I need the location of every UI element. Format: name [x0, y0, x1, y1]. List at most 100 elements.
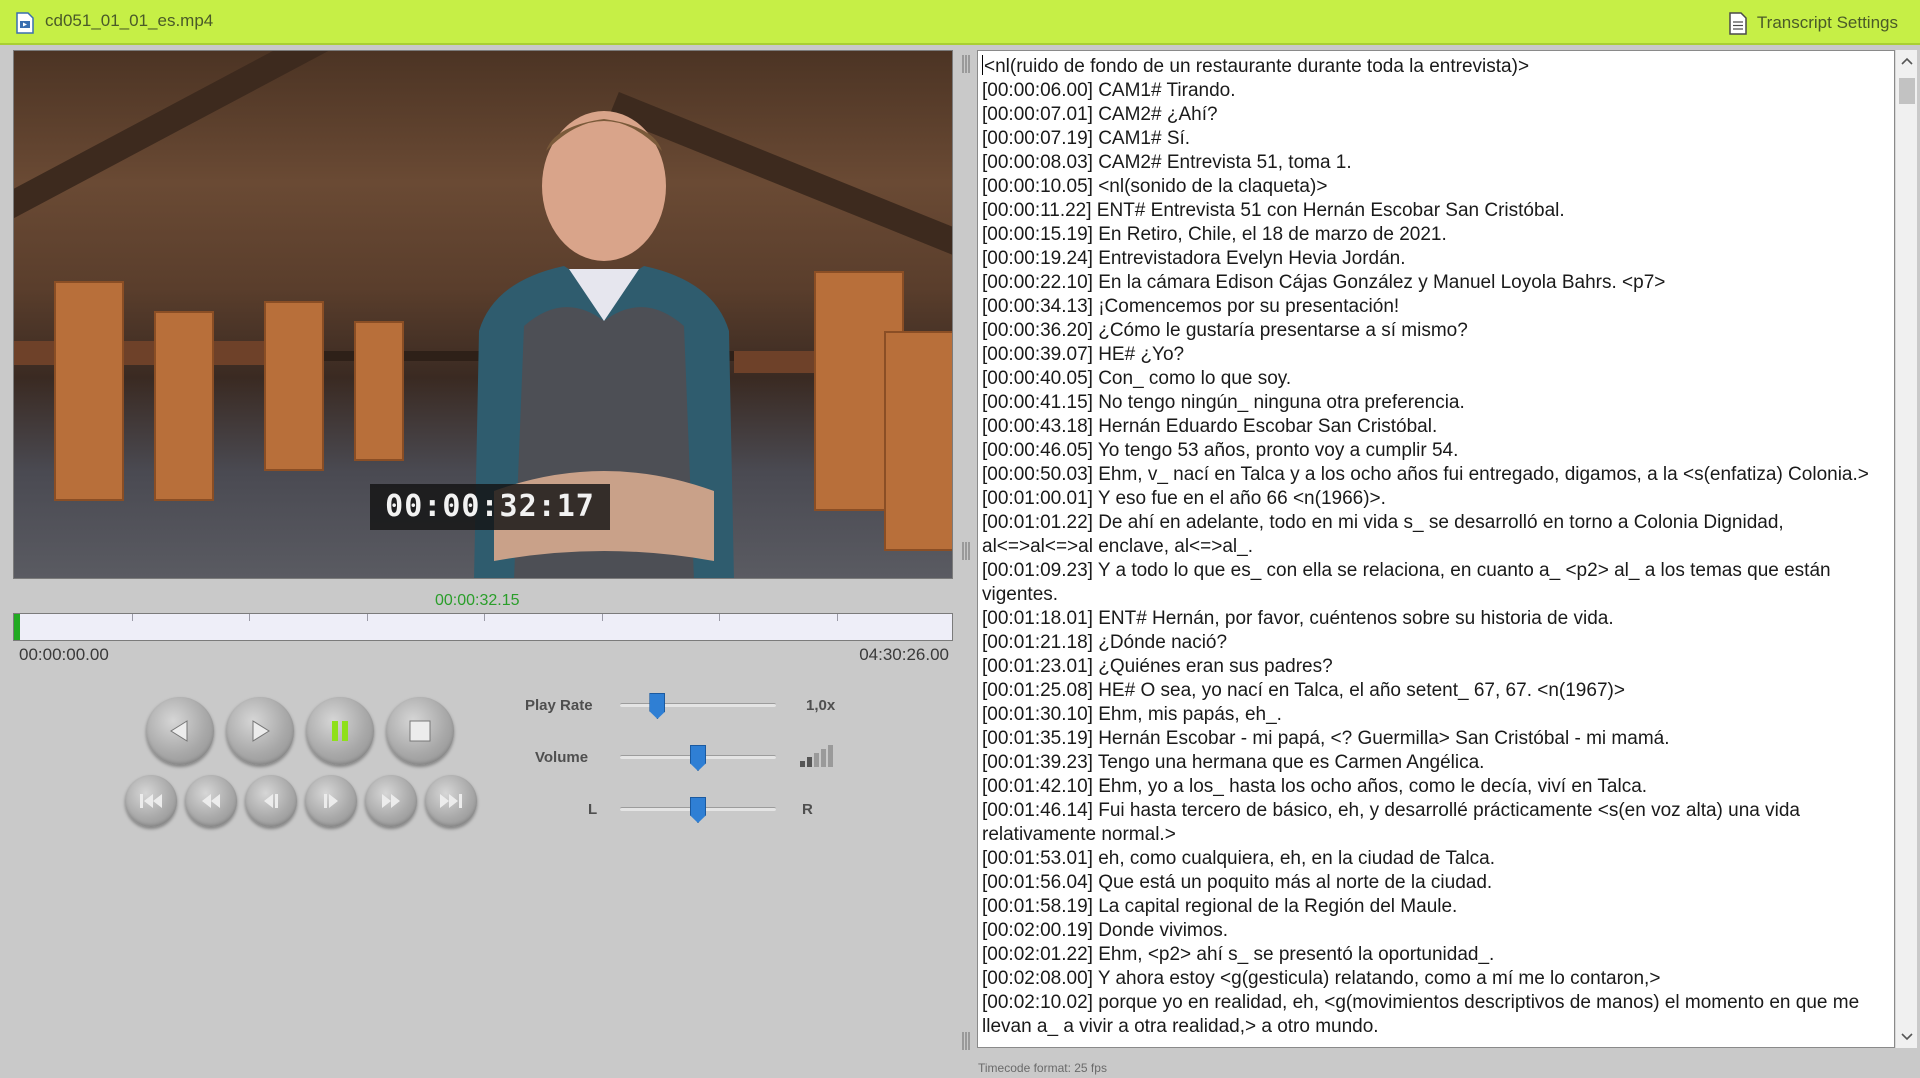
transcript-scrollbar[interactable]	[1895, 50, 1917, 1048]
timeline-tick	[719, 614, 720, 621]
transcript-line[interactable]: [00:02:01.22] Ehm, <p2> ahí s_ se presen…	[982, 943, 1894, 967]
stop-button[interactable]	[386, 697, 454, 765]
transcript-line[interactable]: [00:00:07.19] CAM1# Sí.	[982, 127, 1894, 151]
transcript-line[interactable]: [00:01:09.23] Y a todo lo que es_ con el…	[982, 559, 1894, 607]
fast-forward-button[interactable]	[365, 775, 417, 827]
chevron-down-icon	[1901, 1033, 1913, 1041]
transcript-line[interactable]: [00:01:30.10] Ehm, mis papás, eh_.	[982, 703, 1894, 727]
frame-forward-button[interactable]	[305, 775, 357, 827]
volume-slider-thumb[interactable]	[690, 745, 706, 771]
transcript-line-text: [00:00:11.22] ENT# Entrevista 51 con Her…	[982, 200, 1565, 221]
transcript-line[interactable]: [00:00:40.05] Con_ como lo que soy.	[982, 367, 1894, 391]
transcript-line-text: [00:00:50.03] Ehm, v_ nací en Talca y a …	[982, 464, 1869, 485]
transcript-settings-label: Transcript Settings	[1756, 13, 1898, 32]
transcript-line[interactable]: [00:01:56.04] Que está un poquito más al…	[982, 871, 1894, 895]
balance-right-label: R	[802, 801, 813, 818]
text-caret	[982, 55, 983, 75]
timeline-tick	[131, 614, 133, 621]
volume-bar	[814, 753, 819, 767]
transcript-line-text: [00:00:15.19] En Retiro, Chile, el 18 de…	[982, 224, 1447, 245]
transcript-line[interactable]: [00:02:00.19] Donde vivimos.	[982, 919, 1894, 943]
transcript-editor[interactable]: <nl(ruido de fondo de un restaurante dur…	[977, 50, 1895, 1048]
splitter-grip-middle[interactable]	[962, 542, 970, 560]
pause-icon	[332, 721, 348, 741]
skip-to-start-button[interactable]	[125, 775, 177, 827]
skip-to-end-icon	[440, 794, 462, 808]
fast-backward-button[interactable]	[185, 775, 237, 827]
transcript-line[interactable]: [00:01:01.22] De ahí en adelante, todo e…	[982, 511, 1894, 559]
pane-splitter[interactable]	[955, 47, 977, 1058]
transcript-line[interactable]: [00:00:06.00] CAM1# Tirando.	[982, 79, 1894, 103]
transcript-line-text: [00:02:01.22] Ehm, <p2> ahí s_ se presen…	[982, 944, 1495, 965]
play-rate-label: Play Rate	[525, 697, 593, 714]
transcript-line[interactable]: [00:00:39.07] HE# ¿Yo?	[982, 343, 1894, 367]
play-button[interactable]	[226, 697, 294, 765]
transcript-line[interactable]: [00:00:36.20] ¿Cómo le gustaría presenta…	[982, 319, 1894, 343]
transcript-line-text: [00:01:25.08] HE# O sea, yo nací en Talc…	[982, 680, 1625, 701]
transcript-line[interactable]: [00:02:08.00] Y ahora estoy <g(gesticula…	[982, 967, 1894, 991]
volume-level-icon	[800, 745, 836, 767]
transcript-line[interactable]: [00:00:34.13] ¡Comencemos por su present…	[982, 295, 1894, 319]
scrollbar-thumb[interactable]	[1899, 78, 1915, 104]
balance-slider-thumb[interactable]	[690, 797, 706, 823]
scroll-down-button[interactable]	[1896, 1026, 1918, 1048]
transcript-line-text: [00:01:39.23] Tengo una hermana que es C…	[982, 752, 1485, 773]
transcript-line[interactable]: [00:01:00.01] Y eso fue en el año 66 <n(…	[982, 487, 1894, 511]
transcript-line-text: [00:01:42.10] Ehm, yo a los_ hasta los o…	[982, 776, 1648, 797]
transcript-line[interactable]: [00:00:07.01] CAM2# ¿Ahí?	[982, 103, 1894, 127]
splitter-grip-top[interactable]	[962, 55, 970, 73]
skip-to-end-button[interactable]	[425, 775, 477, 827]
transcript-line[interactable]: [00:01:58.19] La capital regional de la …	[982, 895, 1894, 919]
timeline-scrubber[interactable]	[13, 613, 953, 641]
transcript-line-text: [00:00:41.15] No tengo ningún_ ninguna o…	[982, 392, 1465, 413]
transcript-line[interactable]: [00:00:11.22] ENT# Entrevista 51 con Her…	[982, 199, 1894, 223]
transcript-settings-button[interactable]: Transcript Settings	[1729, 10, 1898, 36]
transcript-line[interactable]: [00:01:35.19] Hernán Escobar - mi papá, …	[982, 727, 1894, 751]
transcript-line-text: [00:01:35.19] Hernán Escobar - mi papá, …	[982, 728, 1670, 749]
transcript-line[interactable]: [00:01:53.01] eh, como cualquiera, eh, e…	[982, 847, 1894, 871]
transcript-line-text: [00:01:23.01] ¿Quiénes eran sus padres?	[982, 656, 1333, 677]
transcript-line[interactable]: [00:00:15.19] En Retiro, Chile, el 18 de…	[982, 223, 1894, 247]
transcript-line[interactable]: [00:01:23.01] ¿Quiénes eran sus padres?	[982, 655, 1894, 679]
transcript-text[interactable]: <nl(ruido de fondo de un restaurante dur…	[978, 51, 1894, 1039]
transcript-line-text: [00:02:10.02] porque yo en realidad, eh,…	[982, 992, 1865, 1037]
transcript-line[interactable]: [00:01:18.01] ENT# Hernán, por favor, cu…	[982, 607, 1894, 631]
transcript-line-text: [00:00:43.18] Hernán Eduardo Escobar San…	[982, 416, 1438, 437]
transcript-line[interactable]: [00:01:25.08] HE# O sea, yo nací en Talc…	[982, 679, 1894, 703]
transcript-line[interactable]: [00:02:10.02] porque yo en realidad, eh,…	[982, 991, 1894, 1039]
video-frame[interactable]: 00:00:32:17	[13, 50, 953, 579]
transcript-line[interactable]: [00:00:19.24] Entrevistadora Evelyn Hevi…	[982, 247, 1894, 271]
transcript-line[interactable]: [00:00:10.05] <nl(sonido de la claqueta)…	[982, 175, 1894, 199]
splitter-grip-bottom[interactable]	[962, 1032, 970, 1050]
frame-back-button[interactable]	[245, 775, 297, 827]
transcript-line-text: [00:00:40.05] Con_ como lo que soy.	[982, 368, 1292, 389]
timeline-tick	[601, 614, 603, 621]
pause-button[interactable]	[306, 697, 374, 765]
skip-to-start-icon	[140, 794, 162, 808]
player-pane: 00:00:32:17 00:00:32.15 00:00:00.00 04:3…	[0, 47, 955, 1058]
transcript-line-text: [00:01:21.18] ¿Dónde nació?	[982, 632, 1228, 653]
transcript-line-text: [00:00:10.05] <nl(sonido de la claqueta)…	[982, 176, 1328, 197]
transcript-line[interactable]: <nl(ruido de fondo de un restaurante dur…	[982, 55, 1894, 79]
transcript-line[interactable]: [00:00:08.03] CAM2# Entrevista 51, toma …	[982, 151, 1894, 175]
transcript-line-text: [00:01:58.19] La capital regional de la …	[982, 896, 1458, 917]
transcript-line[interactable]: [00:00:22.10] En la cámara Edison Cájas …	[982, 271, 1894, 295]
transcript-line[interactable]: [00:01:42.10] Ehm, yo a los_ hasta los o…	[982, 775, 1894, 799]
transcript-line[interactable]: [00:01:39.23] Tengo una hermana que es C…	[982, 751, 1894, 775]
volume-bar	[828, 745, 833, 767]
transcript-line-text: [00:01:53.01] eh, como cualquiera, eh, e…	[982, 848, 1496, 869]
chevron-up-icon	[1901, 57, 1913, 65]
volume-bar	[821, 749, 826, 767]
play-rate-track[interactable]	[620, 703, 776, 707]
transcript-line[interactable]: [00:01:21.18] ¿Dónde nació?	[982, 631, 1894, 655]
transcript-line[interactable]: [00:01:46.14] Fui hasta tercero de básic…	[982, 799, 1894, 847]
video-timecode-overlay: 00:00:32:17	[370, 484, 610, 530]
transcript-line[interactable]: [00:00:46.05] Yo tengo 53 años, pronto v…	[982, 439, 1894, 463]
fast-backward-icon	[202, 794, 220, 808]
play-rate-slider-thumb[interactable]	[649, 693, 666, 719]
transcript-line[interactable]: [00:00:43.18] Hernán Eduardo Escobar San…	[982, 415, 1894, 439]
transcript-line[interactable]: [00:00:50.03] Ehm, v_ nací en Talca y a …	[982, 463, 1894, 487]
scroll-up-button[interactable]	[1896, 50, 1918, 72]
transcript-line[interactable]: [00:00:41.15] No tengo ningún_ ninguna o…	[982, 391, 1894, 415]
rewind-button[interactable]	[146, 697, 214, 765]
